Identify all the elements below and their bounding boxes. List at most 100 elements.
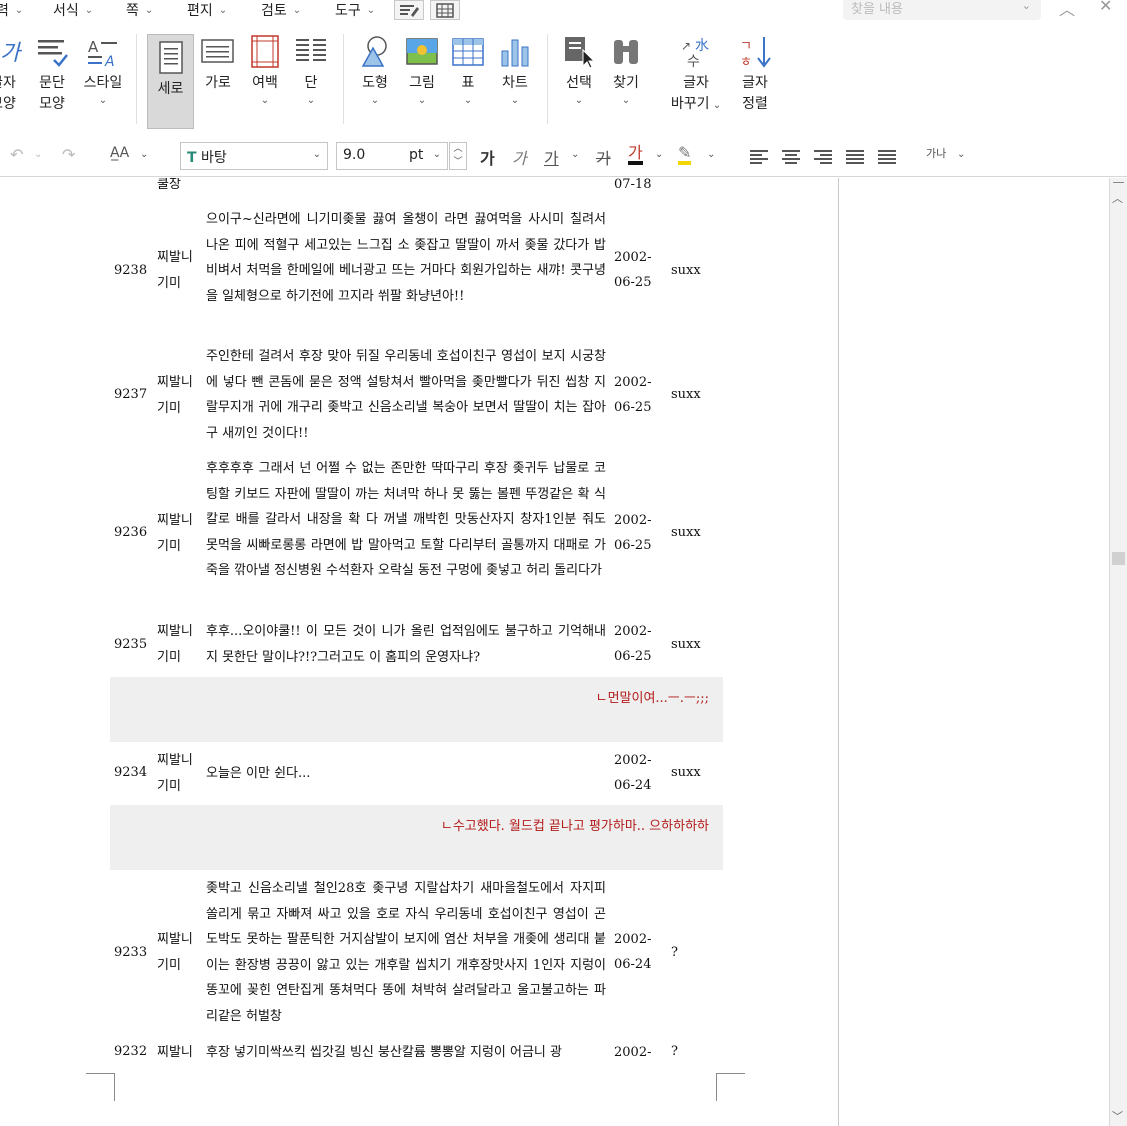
picture-button[interactable]: 그림 ⌄ bbox=[402, 34, 442, 108]
find-label: 찾기 bbox=[613, 75, 639, 91]
ribbon-separator bbox=[136, 34, 137, 124]
row-body: 주인한테 걸려서 후장 맞아 뒤질 우리동네 호섭이친구 영섭이 보지 시궁창에… bbox=[206, 349, 606, 441]
char-sort-label-2: 정렬 bbox=[742, 96, 768, 112]
line-spacing-button[interactable]: 가나 bbox=[926, 145, 946, 161]
font-color-button[interactable]: 가 bbox=[628, 145, 643, 165]
menu-tools[interactable]: 도구 ⌄ bbox=[335, 0, 376, 19]
chevron-down-icon: ⌄ bbox=[370, 95, 380, 106]
para-shape-button[interactable]: 문단 모양 bbox=[32, 34, 72, 115]
row-date: 2002-06-24 bbox=[614, 932, 652, 972]
svg-text:ㄱ: ㄱ bbox=[740, 39, 752, 54]
row-number: 9234 bbox=[114, 765, 148, 780]
shape-icon bbox=[361, 36, 387, 67]
highlight-pen-icon[interactable]: ✎ bbox=[678, 145, 692, 165]
margin-icon bbox=[251, 35, 279, 68]
scroll-down-icon[interactable]: ﹀ bbox=[1112, 1108, 1123, 1124]
landscape-page-icon bbox=[201, 39, 234, 63]
chevron-down-icon[interactable]: ⌄ bbox=[957, 149, 965, 160]
vertical-scrollbar[interactable]: ︿ ﹀ bbox=[1109, 178, 1127, 1126]
document-area[interactable]: 쿨장 07-18 9238 찌발니 기미 으이구~신라면에 니기미좆물 끓여 올… bbox=[0, 178, 839, 1126]
char-sort-label-1: 글자 bbox=[742, 75, 768, 91]
font-select[interactable]: T 바탕 ⌄ bbox=[180, 142, 328, 170]
row-number: 9238 bbox=[114, 263, 148, 278]
margin-button[interactable]: 여백 ⌄ bbox=[244, 34, 286, 108]
table-button[interactable]: 표 ⌄ bbox=[449, 34, 487, 108]
char-style-icon[interactable]: A̲A bbox=[110, 145, 129, 161]
landscape-button[interactable]: 가로 bbox=[197, 34, 239, 94]
row-number: 9233 bbox=[114, 945, 148, 960]
chevron-down-icon: ⌄ bbox=[574, 95, 584, 106]
find-button[interactable]: 찾기 ⌄ bbox=[606, 34, 646, 108]
chevron-down-icon[interactable]: ⌄ bbox=[140, 149, 148, 160]
portrait-button[interactable]: 세로 bbox=[147, 34, 194, 129]
search-input[interactable]: 찾을 내용 ⌄ bbox=[843, 0, 1041, 20]
style-icon: AA bbox=[88, 38, 117, 70]
select-label: 선택 bbox=[566, 75, 592, 91]
char-sort-button[interactable]: ㄱㅎ 글자정렬 bbox=[734, 34, 776, 115]
row-date: 2002-06-25 bbox=[614, 250, 652, 290]
chevron-down-icon: ⌄ bbox=[463, 95, 473, 106]
ribbon-separator bbox=[547, 34, 548, 124]
chevron-down-icon[interactable]: ⌄ bbox=[34, 149, 42, 160]
underline-button[interactable]: 가 bbox=[544, 145, 559, 169]
alignment-buttons[interactable] bbox=[748, 148, 920, 166]
row-date: 2002-06-25 bbox=[614, 513, 652, 553]
font-size-stepper[interactable]: ︿ ﹀ bbox=[449, 142, 467, 170]
chevron-down-icon[interactable]: ⌄ bbox=[655, 149, 663, 160]
italic-button[interactable]: 가 bbox=[512, 145, 527, 169]
binoculars-icon bbox=[614, 40, 638, 64]
chevron-down-icon: ⌄ bbox=[366, 5, 376, 16]
shape-button[interactable]: 도형 ⌄ bbox=[354, 34, 396, 108]
columns-icon bbox=[296, 39, 326, 61]
menu-review[interactable]: 검토 ⌄ bbox=[261, 0, 301, 19]
row-ip: ? bbox=[671, 1044, 678, 1059]
row-date: 2002-06-25 bbox=[614, 624, 652, 664]
font-name: 바탕 bbox=[201, 150, 227, 166]
menu-mail[interactable]: 편지 ⌄ bbox=[187, 0, 227, 19]
select-cursor-icon bbox=[565, 37, 596, 69]
svg-text:水: 水 bbox=[695, 38, 709, 54]
font-size-input[interactable]: 9.0 pt ⌄ bbox=[336, 142, 448, 170]
strikethrough-button[interactable]: 가 bbox=[596, 145, 611, 169]
collapse-icon[interactable]: ︿ bbox=[1059, 0, 1075, 20]
svg-text:A: A bbox=[104, 54, 115, 70]
menu-format[interactable]: 서식 ⌄ bbox=[53, 0, 93, 19]
char-replace-button[interactable]: ↗ 水 수 글자 바꾸기 ⌄ bbox=[666, 34, 726, 116]
chevron-down-icon[interactable]: ⌄ bbox=[707, 149, 715, 160]
chart-button[interactable]: 차트 ⌄ bbox=[494, 34, 536, 108]
menu-input[interactable]: 력 ⌄ bbox=[0, 0, 23, 19]
crop-mark bbox=[86, 1073, 114, 1074]
char-sort-icon: ㄱㅎ bbox=[740, 37, 771, 70]
char-shape-button[interactable]: 가 글자모양 bbox=[0, 34, 22, 115]
chevron-down-icon: ⌄ bbox=[510, 95, 520, 106]
row-date: 2002-06-24 bbox=[614, 753, 652, 793]
table-grid-icon[interactable] bbox=[430, 0, 460, 20]
bold-button[interactable]: 가 bbox=[480, 145, 495, 169]
close-icon[interactable]: ✕ bbox=[1099, 0, 1112, 15]
para-shape-label-2: 모양 bbox=[39, 96, 65, 112]
chevron-down-icon[interactable]: ⌄ bbox=[571, 149, 579, 160]
style-button[interactable]: AA 스타일 ⌄ bbox=[80, 34, 126, 108]
row-body: 후후후후 그래서 넌 어쩔 수 없는 존만한 딱따구리 후장 좆귀두 납물로 코… bbox=[206, 461, 606, 579]
table-label: 표 bbox=[461, 75, 475, 91]
margin-label: 여백 bbox=[252, 75, 278, 91]
row-number: 9232 bbox=[114, 1044, 148, 1059]
row-date-fragment: 07-18 bbox=[614, 178, 652, 192]
columns-button[interactable]: 단 ⌄ bbox=[292, 34, 330, 108]
scroll-up-icon[interactable]: ︿ bbox=[1112, 190, 1123, 206]
select-button[interactable]: 선택 ⌄ bbox=[558, 34, 600, 108]
scroll-top-icon[interactable] bbox=[1113, 182, 1124, 183]
menu-page[interactable]: 쪽 ⌄ bbox=[126, 0, 153, 19]
comment-text: ㄴ먼말이여...ㅡ.ㅡ;;; bbox=[595, 691, 709, 706]
picture-icon bbox=[406, 38, 438, 65]
scrollbar-thumb[interactable] bbox=[1112, 552, 1125, 565]
format-toolbar: ↶ ⌄ ↷ A̲A ⌄ T 바탕 ⌄ 9.0 pt ⌄ ︿ ﹀ 가 가 가 ⌄ 가… bbox=[0, 137, 1127, 177]
edit-format-icon[interactable] bbox=[394, 0, 424, 20]
chevron-down-icon: ⌄ bbox=[306, 95, 316, 106]
style-label: 스타일 bbox=[83, 75, 123, 91]
chevron-down-icon: ⌄ bbox=[621, 95, 631, 106]
row-author: 찌발니 기미 bbox=[157, 932, 193, 973]
portrait-page-icon bbox=[158, 41, 183, 74]
undo-icon[interactable]: ↶ bbox=[10, 145, 23, 164]
redo-icon[interactable]: ↷ bbox=[62, 145, 75, 164]
